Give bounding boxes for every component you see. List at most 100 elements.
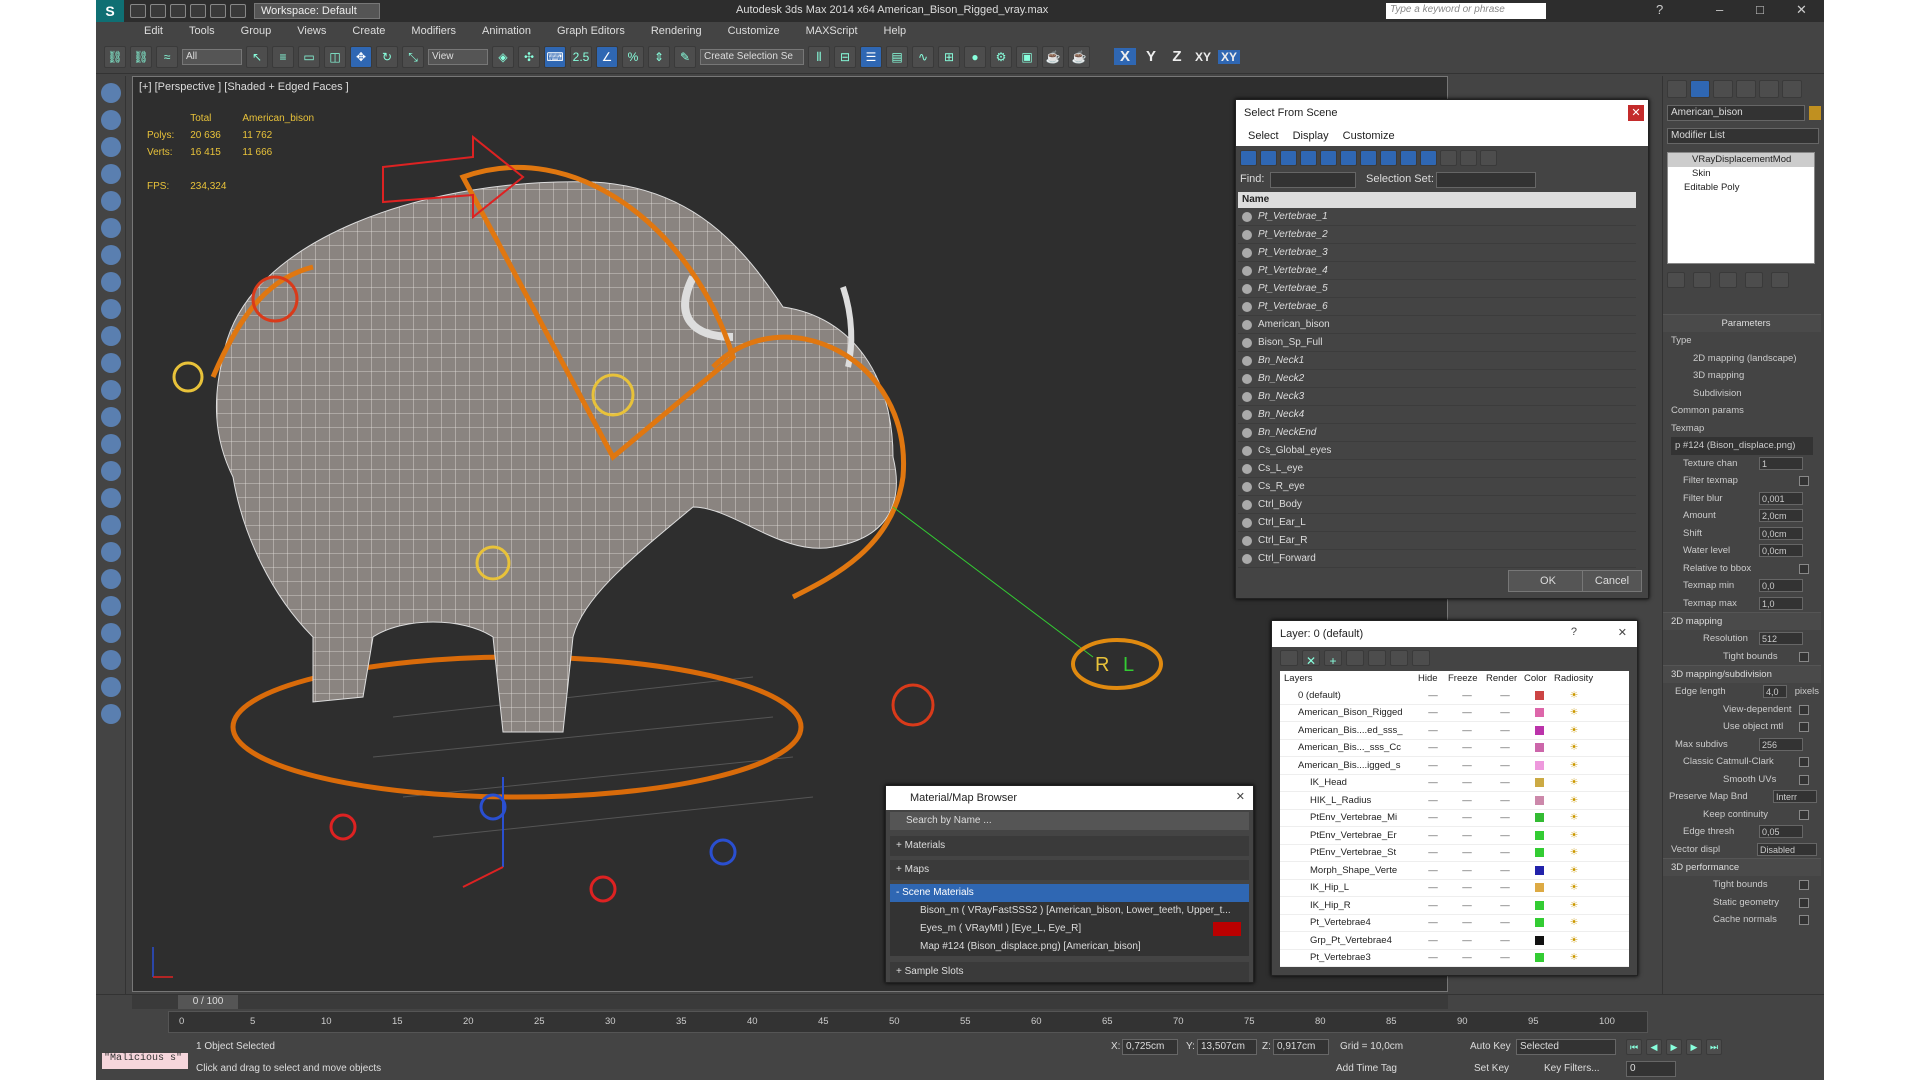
layer-row[interactable]: 0 (default) — — — ☀: [1280, 687, 1629, 705]
display-none-icon[interactable]: [1460, 150, 1477, 166]
stack-vray-displacement[interactable]: VRayDisplacementMod: [1668, 153, 1814, 167]
layer-radiosity-icon[interactable]: ☀: [1554, 742, 1594, 753]
layer-hide-toggle[interactable]: —: [1418, 917, 1448, 928]
layer-render-toggle[interactable]: —: [1486, 847, 1524, 858]
show-end-result-icon[interactable]: [1693, 272, 1711, 288]
named-selection-set-dropdown[interactable]: Create Selection Se: [700, 48, 804, 65]
display-all-icon[interactable]: [1440, 150, 1457, 166]
set-key-button[interactable]: Set Key: [1474, 1063, 1509, 1074]
field-input[interactable]: 0,0cm: [1759, 526, 1803, 540]
next-frame-icon[interactable]: ▶: [1686, 1039, 1702, 1055]
preserve-map-dropdown[interactable]: Interr: [1773, 790, 1817, 803]
layer-color-cell[interactable]: [1524, 690, 1554, 700]
systems-icon[interactable]: [101, 353, 121, 373]
col-render[interactable]: Render: [1486, 671, 1524, 687]
layer-hide-toggle[interactable]: —: [1418, 742, 1448, 753]
layer-freeze-toggle[interactable]: —: [1448, 830, 1486, 841]
cone-icon[interactable]: [101, 218, 121, 238]
layer-freeze-toggle[interactable]: —: [1448, 707, 1486, 718]
add-time-tag-button[interactable]: Add Time Tag: [1336, 1063, 1397, 1074]
edge-thresh-input[interactable]: 0,05: [1759, 825, 1803, 838]
link-icon[interactable]: ⛓: [104, 45, 126, 68]
keep-continuity-checkbox[interactable]: [1799, 809, 1809, 820]
menu-group[interactable]: Group: [241, 22, 272, 40]
layer-render-toggle[interactable]: —: [1486, 882, 1524, 893]
pixels-checkbox-label[interactable]: pixels: [1795, 683, 1819, 701]
torus-icon[interactable]: [101, 191, 121, 211]
edge-length-input[interactable]: 4,0: [1763, 685, 1787, 698]
field-input[interactable]: 2,0cm: [1759, 509, 1803, 522]
render-setup-icon[interactable]: ⚙: [990, 45, 1012, 68]
filter-spacewarps-icon[interactable]: [1340, 150, 1357, 166]
filter-containers-icon[interactable]: [1420, 150, 1437, 166]
layer-render-toggle[interactable]: —: [1486, 725, 1524, 736]
layer-row[interactable]: IK_Hip_R — — — ☀: [1280, 897, 1629, 915]
layer-hide-toggle[interactable]: —: [1418, 760, 1448, 771]
snaps-toggle-icon[interactable]: 2.5: [570, 45, 592, 68]
mirror-icon[interactable]: ⫴: [808, 45, 830, 68]
menu-modifiers[interactable]: Modifiers: [411, 22, 456, 40]
layer-radiosity-icon[interactable]: ☀: [1554, 760, 1594, 771]
filter-geometry-icon[interactable]: [1240, 150, 1257, 166]
layer-radiosity-icon[interactable]: ☀: [1554, 725, 1594, 736]
layer-row[interactable]: PtEnv_Vertebrae_St — — — ☀: [1280, 845, 1629, 862]
scene-object-item[interactable]: Bn_Neck3: [1238, 388, 1636, 406]
layer-render-toggle[interactable]: —: [1486, 742, 1524, 753]
layer-hide-toggle[interactable]: —: [1418, 725, 1448, 736]
layer-radiosity-icon[interactable]: ☀: [1554, 935, 1594, 946]
layer-freeze-toggle[interactable]: —: [1448, 882, 1486, 893]
layer-row[interactable]: American_Bis....ed_sss_ — — — ☀: [1280, 722, 1629, 740]
layer-dialog-close-button[interactable]: ✕: [1618, 626, 1627, 639]
filter-bones-icon[interactable]: [1400, 150, 1417, 166]
layer-render-toggle[interactable]: —: [1486, 900, 1524, 911]
globe-icon[interactable]: [101, 596, 121, 616]
dome-icon[interactable]: [101, 407, 121, 427]
layer-freeze-toggle[interactable]: —: [1448, 725, 1486, 736]
menu-edit[interactable]: Edit: [144, 22, 163, 40]
tail-control-ring[interactable]: [172, 361, 204, 393]
material-editor-icon[interactable]: ●: [964, 45, 986, 68]
ref-coord-dropdown[interactable]: View: [428, 48, 488, 65]
texmap-button[interactable]: p #124 (Bison_displace.png): [1671, 437, 1813, 455]
menu-help[interactable]: Help: [884, 22, 907, 40]
layer-render-toggle[interactable]: —: [1486, 760, 1524, 771]
render-iterative-icon[interactable]: ☕: [1068, 45, 1090, 68]
select-by-name-icon[interactable]: ≡: [272, 45, 294, 68]
col-radiosity[interactable]: Radiosity: [1554, 671, 1594, 687]
layer-hide-toggle[interactable]: —: [1418, 900, 1448, 911]
maxscript-listener[interactable]: "Malicious s": [102, 1053, 188, 1069]
window-crossing-icon[interactable]: ◫: [324, 45, 346, 68]
cloth-icon[interactable]: [101, 569, 121, 589]
layer-render-toggle[interactable]: —: [1486, 952, 1524, 963]
layer-radiosity-icon[interactable]: ☀: [1554, 830, 1594, 841]
select-in-layer-icon[interactable]: [1346, 650, 1364, 666]
cache-normals-checkbox[interactable]: [1799, 915, 1809, 925]
find-input[interactable]: [1270, 172, 1356, 188]
gizmo-x-axis[interactable]: [462, 866, 504, 888]
sun-icon[interactable]: [101, 434, 121, 454]
foot-ik-front-right[interactable]: [709, 838, 737, 866]
scene-object-item[interactable]: Bn_Neck4: [1238, 406, 1636, 424]
layer-radiosity-icon[interactable]: ☀: [1554, 777, 1594, 788]
layer-render-toggle[interactable]: —: [1486, 795, 1524, 806]
sample-slots-group[interactable]: + Sample Slots: [890, 962, 1249, 982]
tree-icon[interactable]: [101, 488, 121, 508]
scene-object-item[interactable]: Bison_Sp_Full: [1238, 334, 1636, 352]
menu-rendering[interactable]: Rendering: [651, 22, 702, 40]
helper-icon[interactable]: [101, 299, 121, 319]
scene-object-item[interactable]: Pt_Vertebrae_2: [1238, 226, 1636, 244]
name-column-header[interactable]: Name: [1238, 192, 1636, 208]
layer-row[interactable]: Pt_Vertebrae4— — — ☀: [1280, 915, 1629, 932]
particles-icon[interactable]: [101, 461, 121, 481]
maximize-button[interactable]: □: [1756, 2, 1764, 17]
layer-radiosity-icon[interactable]: ☀: [1554, 865, 1594, 876]
pivot-center-icon[interactable]: ◈: [492, 45, 514, 68]
stack-editable-poly[interactable]: Editable Poly: [1668, 181, 1814, 195]
layer-row[interactable]: HIK_L_Radius — — — ☀: [1280, 792, 1629, 810]
close-button[interactable]: ✕: [1796, 2, 1807, 18]
filter-cameras-icon[interactable]: [1300, 150, 1317, 166]
project-folder-icon[interactable]: [230, 4, 246, 18]
current-frame-input[interactable]: 0: [1626, 1061, 1676, 1077]
object-color-swatch[interactable]: [1809, 106, 1821, 120]
highlight-layer-icon[interactable]: [1368, 650, 1386, 666]
